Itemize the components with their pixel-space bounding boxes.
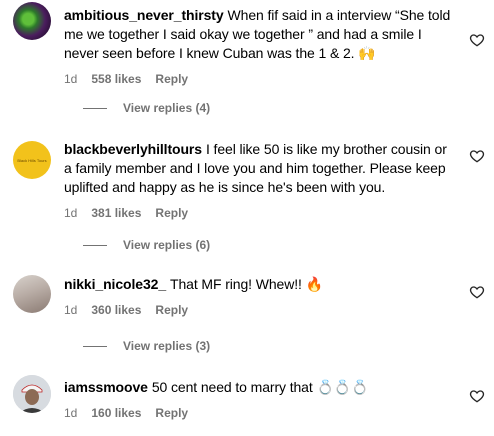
heart-outline-icon[interactable] <box>469 148 485 164</box>
username[interactable]: nikki_nicole32_ <box>64 276 166 292</box>
view-replies-label: View replies (6) <box>123 238 211 252</box>
likes-count[interactable]: 360 likes <box>91 303 141 317</box>
username[interactable]: iamssmoove <box>64 379 148 395</box>
comment-meta: 1d 360 likes Reply <box>64 303 456 317</box>
comment-age: 1d <box>64 303 78 317</box>
comment-age: 1d <box>64 72 78 86</box>
reply-button[interactable]: Reply <box>155 72 188 86</box>
comment-text: blackbeverlyhilltours I feel like 50 is l… <box>64 140 456 197</box>
comment-meta: 1d 381 likes Reply <box>64 206 456 220</box>
reply-button[interactable]: Reply <box>155 406 188 420</box>
comment-body: 50 cent need to marry that 💍💍💍 <box>151 379 369 395</box>
view-replies-button[interactable]: View replies (4) <box>83 101 210 115</box>
view-replies-label: View replies (4) <box>123 101 211 115</box>
likes-count[interactable]: 558 likes <box>91 72 141 86</box>
comment-body: That MF ring! Whew!! 🔥 <box>170 276 323 292</box>
heart-outline-icon[interactable] <box>469 388 485 404</box>
divider-line <box>83 244 107 246</box>
username[interactable]: blackbeverlyhilltours <box>64 141 202 157</box>
comment-meta: 1d 558 likes Reply <box>64 72 456 86</box>
comment-age: 1d <box>64 206 78 220</box>
avatar[interactable] <box>13 375 51 413</box>
heart-outline-icon[interactable] <box>469 32 485 48</box>
heart-outline-icon[interactable] <box>469 284 485 300</box>
reply-button[interactable]: Reply <box>155 206 188 220</box>
avatar[interactable]: Black Hills Tours <box>13 141 51 179</box>
avatar-photo-icon <box>13 375 51 413</box>
likes-count[interactable]: 381 likes <box>91 206 141 220</box>
avatar[interactable] <box>13 2 51 40</box>
divider-line <box>83 107 107 109</box>
comment-text: ambitious_never_thirsty When fif said in … <box>64 6 456 63</box>
comment-text: iamssmoove 50 cent need to marry that 💍💍💍 <box>64 378 456 397</box>
view-replies-label: View replies (3) <box>123 339 211 353</box>
comment-meta: 1d 160 likes Reply <box>64 406 456 420</box>
comment-text: nikki_nicole32_ That MF ring! Whew!! 🔥 <box>64 275 456 294</box>
username[interactable]: ambitious_never_thirsty <box>64 7 224 23</box>
likes-count[interactable]: 160 likes <box>91 406 141 420</box>
reply-button[interactable]: Reply <box>155 303 188 317</box>
avatar-logo-text: Black Hills Tours <box>17 157 47 163</box>
comment-age: 1d <box>64 406 78 420</box>
divider-line <box>83 345 107 347</box>
view-replies-button[interactable]: View replies (3) <box>83 339 210 353</box>
view-replies-button[interactable]: View replies (6) <box>83 238 210 252</box>
avatar[interactable] <box>13 275 51 313</box>
